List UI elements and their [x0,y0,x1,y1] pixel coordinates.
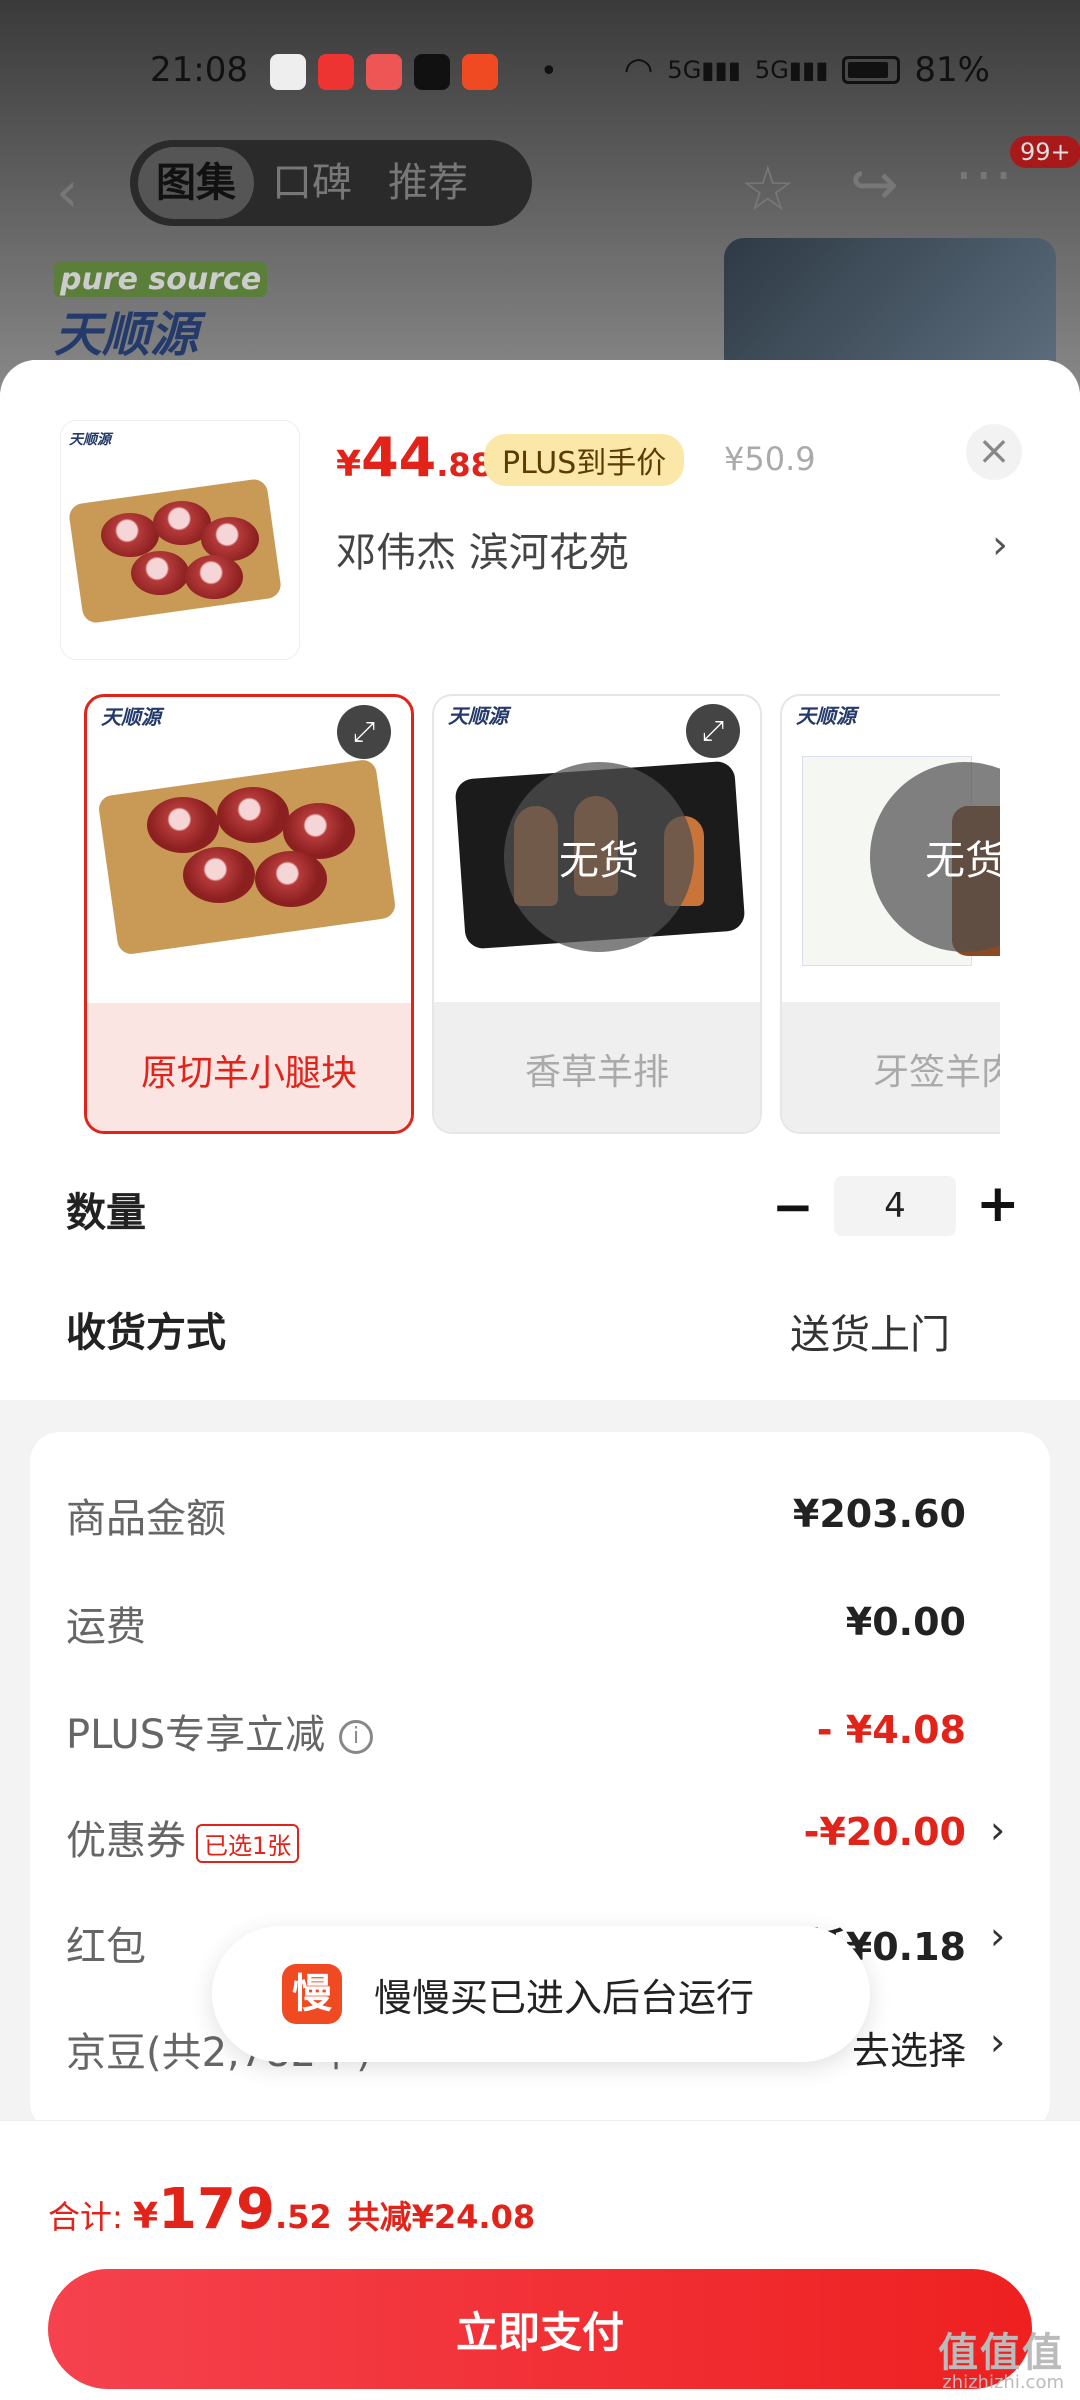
meat-image [255,851,327,907]
total-symbol: ¥ [132,2196,159,2237]
product-card: 天顺源 ¥44.88 PLUS到手价 ¥50.9 × 邓伟杰 滨河花苑 › 天顺… [0,360,1080,1400]
meat-image [101,513,159,557]
battery-icon [842,56,901,84]
red-packet-label: 红包 [66,1924,146,1970]
more-icon[interactable]: ··· [955,144,1014,209]
total-label: 合计: [48,2198,133,2236]
brand-logo: pure source 天顺源 [54,262,268,365]
coupon-value[interactable]: -¥20.00 [804,1810,966,1854]
tab-gallery[interactable]: 图集 [138,147,254,219]
status-time: 21:08 [150,50,248,90]
meat-image [131,551,189,595]
background-page: 21:08 • ◠ 5G▮▮▮ 5G▮▮▮ 81% ‹ 图集 口碑 推荐 ☆ ↪… [0,0,1080,400]
shipping-label: 运费 [66,1604,146,1650]
brand-mini-logo: 天顺源 [448,704,508,728]
variant-option[interactable]: 天顺源 无货 ⤢ 香草羊排 [432,694,762,1134]
checkout-footer: 合计: ¥179.52 共减¥24.08 立即支付 [0,2120,1080,2400]
meat-image [183,847,255,903]
delivery-method-label: 收货方式 [66,1310,226,1356]
message-badge: 99+ [1010,136,1080,168]
plus-discount-row: PLUS专享立减 i [66,1702,374,1760]
status-right: ◠ 5G▮▮▮ 5G▮▮▮ 81% [624,50,990,90]
plus-discount-label: PLUS专享立减 [66,1712,326,1758]
delivery-address[interactable]: 邓伟杰 滨河花苑 [336,520,629,578]
tab-recommend[interactable]: 推荐 [370,147,486,219]
price-integer: 44 [361,426,437,489]
notification-dot-icon: • [540,54,558,89]
coupon-selected-tag: 已选1张 [196,1823,300,1863]
quantity-input[interactable]: 4 [834,1176,956,1236]
jingdou-value[interactable]: 去选择 [852,2020,966,2075]
brand-mini-logo: 天顺源 [69,432,111,448]
goods-amount-label: 商品金额 [66,1496,226,1542]
meat-image [217,787,289,843]
watermark-url: zhizhizhi.com [942,2372,1064,2393]
variant-option[interactable]: 天顺源 无货 牙签羊肉 [780,694,1000,1134]
variant-image: 天顺源 ⤢ [87,697,411,1003]
status-bar: 21:08 • ◠ 5G▮▮▮ 5G▮▮▮ 81% [0,40,1080,104]
signal-5g-icon-2: 5G▮▮▮ [754,56,829,84]
close-icon[interactable]: × [966,424,1022,480]
share-icon[interactable]: ↪ [850,150,899,218]
meat-image [147,797,219,853]
product-card-bottom [30,1360,1050,1400]
star-icon[interactable]: ☆ [740,152,796,225]
tiktok-app-icon [414,54,450,90]
quantity-minus-button[interactable]: − [772,1178,814,1236]
background-running-toast: 慢 慢慢买已进入后台运行 [212,1926,870,2062]
original-price: ¥50.9 [724,440,816,478]
plus-price-tag: PLUS到手价 [484,434,685,486]
watermark-logo: 值值值 [938,2330,1064,2376]
brand-mini-logo: 天顺源 [796,704,856,728]
chevron-right-icon[interactable]: › [990,2020,1005,2064]
expand-icon[interactable]: ⤢ [686,704,740,758]
sold-out-overlay: 无货 [504,762,694,952]
tab-switcher: 图集 口碑 推荐 [130,140,532,226]
total-decimal: .52 [274,2198,332,2236]
wifi-icon: ◠ [623,50,654,90]
manmanmai-app-icon [462,54,498,90]
total-saving: 共减¥24.08 [347,2198,536,2236]
product-thumbnail[interactable]: 天顺源 [60,420,300,660]
pay-now-button[interactable]: 立即支付 [48,2269,1032,2389]
brand-mini-logo: 天顺源 [101,705,161,729]
manmanmai-app-icon: 慢 [282,1964,342,2024]
battery-percent: 81% [914,50,990,90]
chevron-right-icon[interactable]: › [992,522,1008,568]
nav-bar: ‹ 图集 口碑 推荐 ☆ ↪ ··· 99+ [0,136,1080,230]
variant-option[interactable]: 天顺源 ⤢ 原切羊小腿块 [84,694,414,1134]
variant-label: 原切羊小腿块 [87,1003,411,1131]
realme-app-icon [270,54,306,90]
chevron-right-icon[interactable]: › [990,1914,1005,1958]
quantity-plus-button[interactable]: + [976,1174,1020,1234]
jd-app-icon [318,54,354,90]
variant-list[interactable]: 天顺源 ⤢ 原切羊小腿块 天顺源 无货 ⤢ 香草羊排 天顺源 无货 牙签羊 [0,694,1000,1134]
chevron-right-icon[interactable]: › [990,1808,1005,1852]
variant-label: 香草羊排 [434,1002,760,1132]
price-symbol: ¥ [336,444,362,485]
shopping-app-icon [366,54,402,90]
shipping-value: ¥0.00 [845,1600,966,1644]
coupon-label: 优惠券 [66,1818,186,1864]
expand-icon[interactable]: ⤢ [337,705,391,759]
plus-discount-value: - ¥4.08 [816,1708,966,1752]
back-icon[interactable]: ‹ [56,160,78,225]
coupon-row[interactable]: 优惠券 已选1张 [66,1808,300,1866]
goods-amount-value: ¥203.60 [792,1492,966,1536]
signal-5g-icon: 5G▮▮▮ [667,56,741,84]
variant-image: 天顺源 无货 [782,696,1000,1002]
total-integer: 179 [158,2177,275,2242]
quantity-label: 数量 [66,1190,146,1236]
variant-label: 牙签羊肉 [782,1002,1000,1132]
toast-text: 慢慢买已进入后台运行 [374,1975,755,2020]
tab-reviews[interactable]: 口碑 [254,147,370,219]
total-amount: 合计: ¥179.52 共减¥24.08 [48,2177,535,2242]
meat-image [185,555,243,599]
info-icon[interactable]: i [339,1720,374,1754]
variant-image: 天顺源 无货 ⤢ [434,696,760,1002]
delivery-method-value[interactable]: 送货上门 [790,1302,950,1360]
current-price: ¥44.88 [336,426,493,489]
